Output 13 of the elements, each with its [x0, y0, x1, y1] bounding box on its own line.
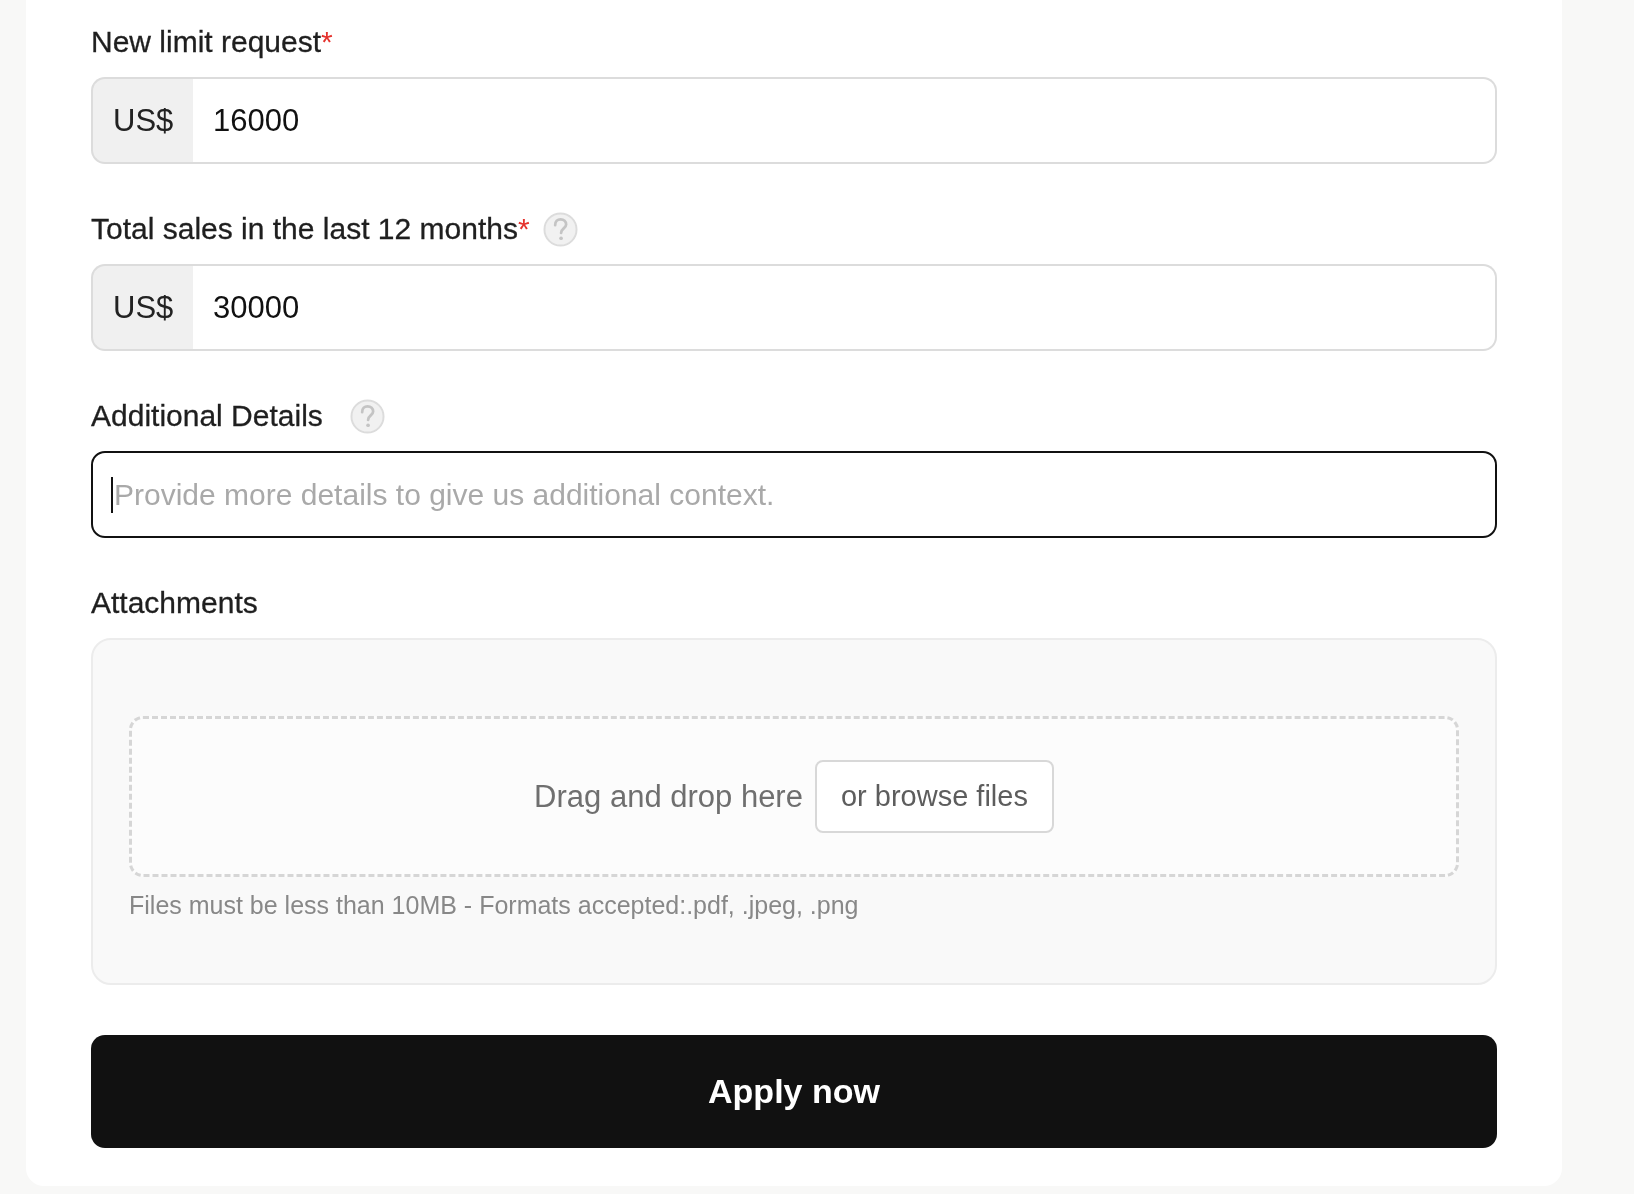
field-label: Total sales in the last 12 months* [91, 211, 530, 247]
field-label: Attachments [91, 585, 258, 621]
text-cursor-icon [111, 477, 113, 513]
drop-zone[interactable]: Drag and drop here or browse files [129, 716, 1459, 877]
drop-zone-text: Drag and drop here [534, 778, 803, 815]
browse-files-button[interactable]: or browse files [814, 760, 1054, 833]
help-icon[interactable] [349, 398, 385, 434]
file-requirements-hint: Files must be less than 10MB - Formats accepted:.pdf, .jpeg, .png [129, 890, 860, 920]
field-label: Additional Details [91, 398, 323, 434]
help-icon[interactable] [542, 211, 578, 247]
apply-now-button[interactable]: Apply now [91, 1035, 1497, 1148]
details-input[interactable]: Provide more details to give us additional context. [91, 451, 1497, 538]
field-label: New limit request* [91, 24, 333, 60]
